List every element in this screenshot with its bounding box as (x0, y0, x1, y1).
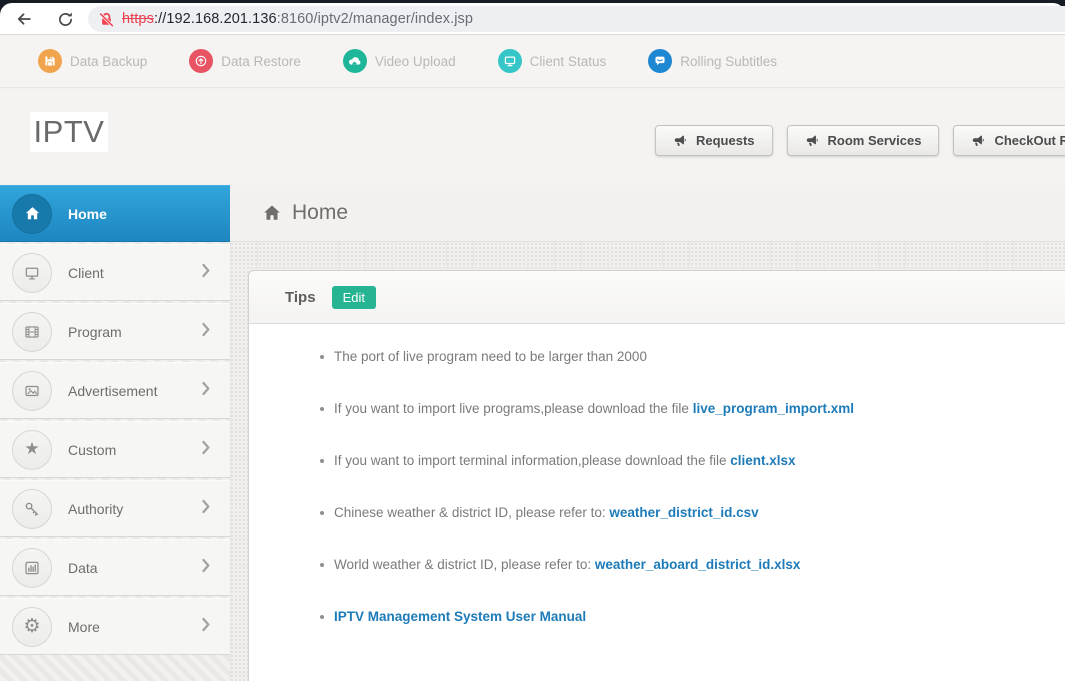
data-restore-button[interactable]: Data Restore (189, 49, 301, 73)
edit-button[interactable]: Edit (331, 285, 376, 309)
list-item: The port of live program need to be larg… (320, 349, 1040, 364)
content-area: Tips Edit The port of live program need … (230, 242, 1065, 681)
browser-toolbar: https://192.168.201.136:8160/iptv2/manag… (0, 3, 1065, 34)
sidebar-item-label: Data (68, 559, 98, 576)
page-title: Home (292, 201, 349, 224)
monitor-icon (497, 49, 522, 73)
sidebar: Home Client Program Advertisement ★ Cust… (0, 185, 230, 681)
tip-link[interactable]: client.xlsx (730, 453, 795, 468)
tip-link[interactable]: weather_aboard_district_id.xlsx (595, 557, 801, 572)
tip-text: The port of live program need to be larg… (334, 349, 647, 364)
image-icon (12, 370, 52, 411)
sidebar-item-label: Custom (68, 441, 117, 458)
chevron-right-icon (202, 322, 210, 341)
megaphone-icon (973, 135, 985, 146)
list-item: Chinese weather & district ID, please re… (320, 505, 1040, 520)
sidebar-item-label: Program (68, 323, 122, 340)
client-status-button[interactable]: Client Status (497, 49, 607, 73)
url-path: :8160/iptv2/manager/index.jsp (276, 11, 474, 27)
tool-label: Client Status (529, 53, 607, 69)
tip-link[interactable]: IPTV Management System User Manual (334, 609, 586, 624)
sidebar-item-client[interactable]: Client (0, 244, 230, 301)
tool-label: Data Backup (70, 53, 148, 69)
tool-label: Video Upload (374, 53, 456, 69)
sidebar-item-more[interactable]: ⚙ More (0, 598, 230, 655)
iptv-manager-window: https://192.168.201.136:8160/iptv2/manag… (0, 0, 1065, 681)
browser-refresh-button[interactable] (53, 7, 77, 31)
cloud-upload-icon (342, 49, 367, 73)
sidebar-item-program[interactable]: Program (0, 303, 230, 360)
insecure-lock-icon (99, 11, 114, 27)
tip-link[interactable]: weather_district_id.csv (609, 505, 758, 520)
gear-icon: ⚙ (12, 606, 52, 647)
chevron-right-icon (202, 263, 210, 282)
url-host: ://192.168.201.136 (153, 11, 277, 27)
checkout-requests-button[interactable]: CheckOut Requ (953, 125, 1065, 156)
chevron-right-icon (202, 440, 210, 459)
sidebar-item-data[interactable]: Data (0, 539, 230, 596)
megaphone-icon (806, 135, 818, 146)
header-buttons: Requests Room Services CheckOut Requ (655, 125, 1065, 156)
sidebar-item-label: More (68, 618, 100, 635)
home-icon (12, 193, 52, 234)
main-content: Home Tips Edit The port of live program … (230, 185, 1065, 681)
list-item: IPTV Management System User Manual (320, 609, 1040, 624)
upload-circle-icon (189, 49, 214, 73)
button-label: Room Services (827, 133, 922, 148)
url-text: https://192.168.201.136:8160/iptv2/manag… (122, 11, 473, 27)
room-services-button[interactable]: Room Services (786, 125, 940, 156)
sidebar-item-label: Client (68, 264, 104, 281)
data-backup-button[interactable]: Data Backup (38, 49, 147, 73)
rolling-subtitles-button[interactable]: Rolling Subtitles (648, 49, 777, 73)
tips-list: The port of live program need to be larg… (249, 324, 1065, 624)
chevron-right-icon (202, 558, 210, 577)
button-label: Requests (696, 133, 755, 148)
monitor-icon (12, 252, 52, 293)
film-icon (12, 311, 52, 352)
chevron-right-icon (202, 499, 210, 518)
megaphone-icon (674, 135, 686, 146)
url-scheme: https (122, 11, 154, 27)
key-icon (12, 488, 52, 529)
list-item: If you want to import terminal informati… (320, 453, 1040, 468)
tips-panel-header: Tips Edit (249, 271, 1065, 324)
tip-link[interactable]: live_program_import.xml (693, 401, 854, 416)
app-header: IPTV Requests Room Services CheckOut Req… (0, 89, 1065, 185)
app-logo: IPTV (30, 112, 108, 152)
breadcrumb: Home (230, 185, 1065, 242)
refresh-icon (58, 11, 72, 26)
list-item: If you want to import live programs,plea… (320, 401, 1040, 416)
back-arrow-icon (17, 13, 31, 25)
star-icon: ★ (12, 429, 52, 470)
tip-text: If you want to import live programs,plea… (334, 401, 693, 416)
sidebar-item-custom[interactable]: ★ Custom (0, 421, 230, 478)
sidebar-item-label: Authority (68, 500, 124, 517)
browser-back-button[interactable] (12, 7, 36, 31)
video-upload-button[interactable]: Video Upload (342, 49, 456, 73)
home-icon (264, 205, 280, 220)
tip-text: Chinese weather & district ID, please re… (334, 505, 610, 520)
chevron-right-icon (202, 381, 210, 400)
sidebar-item-label: Advertisement (68, 382, 158, 399)
tip-text: If you want to import terminal informati… (334, 453, 731, 468)
sidebar-item-authority[interactable]: Authority (0, 480, 230, 537)
sidebar-item-home[interactable]: Home (0, 185, 230, 242)
quick-toolbar: Data Backup Data Restore Video Upload Cl… (0, 34, 1065, 88)
chat-icon (648, 49, 673, 73)
requests-button[interactable]: Requests (655, 125, 773, 156)
bar-chart-icon (12, 547, 52, 588)
sidebar-item-advertisement[interactable]: Advertisement (0, 362, 230, 419)
button-label: CheckOut Requ (994, 133, 1065, 148)
tool-label: Data Restore (221, 53, 301, 69)
tip-text: World weather & district ID, please refe… (334, 557, 595, 572)
panel-title: Tips (285, 288, 316, 306)
list-item: World weather & district ID, please refe… (320, 557, 1040, 572)
tips-panel: Tips Edit The port of live program need … (248, 270, 1065, 681)
sidebar-menu: Home Client Program Advertisement ★ Cust… (0, 185, 230, 655)
sidebar-item-label: Home (68, 205, 107, 222)
address-bar[interactable]: https://192.168.201.136:8160/iptv2/manag… (88, 6, 1065, 32)
chevron-right-icon (202, 617, 210, 636)
floppy-icon (38, 49, 62, 73)
tool-label: Rolling Subtitles (680, 53, 778, 69)
